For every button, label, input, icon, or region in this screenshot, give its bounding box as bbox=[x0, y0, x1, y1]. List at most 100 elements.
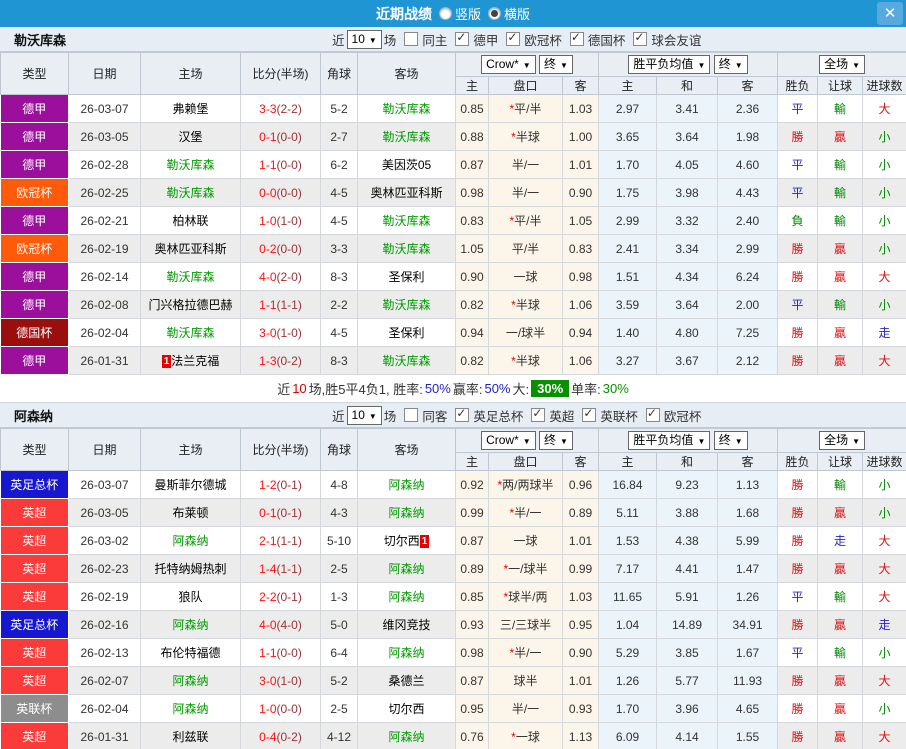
home-team[interactable]: 阿森纳 bbox=[140, 526, 241, 555]
league-filter-checkbox[interactable] bbox=[569, 30, 584, 46]
avg-draw-odds: 3.98 bbox=[656, 178, 719, 207]
away-team[interactable]: 勒沃库森 bbox=[357, 346, 456, 375]
odds-stage-select[interactable]: 终 bbox=[539, 431, 573, 450]
home-team[interactable]: 柏林联 bbox=[140, 206, 241, 235]
bookmaker-select[interactable]: Crow* bbox=[481, 431, 536, 450]
match-count-select[interactable]: 10 bbox=[346, 405, 382, 425]
avg-stage-select[interactable]: 终 bbox=[713, 431, 748, 450]
away-team[interactable]: 圣保利 bbox=[357, 318, 456, 347]
home-team[interactable]: 阿森纳 bbox=[140, 694, 241, 723]
avg-away-odds: 1.26 bbox=[717, 582, 779, 611]
summary-text: 50% bbox=[484, 381, 511, 396]
games-label: 场 bbox=[383, 409, 397, 424]
col-date: 日期 bbox=[68, 52, 141, 95]
away-team[interactable]: 阿森纳 bbox=[357, 554, 456, 583]
home-team[interactable]: 奥林匹亚科斯 bbox=[140, 234, 241, 263]
away-team[interactable]: 奥林匹亚科斯 bbox=[357, 178, 456, 207]
score: 4-0(2-0) bbox=[240, 262, 321, 291]
home-team[interactable]: 弗赖堡 bbox=[140, 94, 241, 123]
odds-stage-select[interactable]: 终 bbox=[539, 55, 573, 74]
same-venue-checkbox[interactable] bbox=[404, 32, 419, 46]
scope-select[interactable]: 全场 bbox=[819, 55, 866, 74]
score: 0-1(0-0) bbox=[240, 122, 321, 151]
same-venue-checkbox[interactable] bbox=[404, 408, 419, 422]
league-filter-checkbox[interactable] bbox=[506, 30, 521, 46]
away-team[interactable]: 阿森纳 bbox=[357, 582, 456, 611]
away-team[interactable]: 勒沃库森 bbox=[357, 206, 456, 235]
fulltime-score: 3-0 bbox=[259, 325, 277, 340]
away-team[interactable]: 阿森纳 bbox=[357, 722, 456, 749]
home-team[interactable]: 门兴格拉德巴赫 bbox=[140, 290, 241, 319]
match-row: 英超 26-03-02 阿森纳 2-1(1-1) 5-10 切尔西 1 0.87 一球 1.01 1… bbox=[0, 526, 906, 555]
corners: 3-3 bbox=[320, 234, 358, 263]
avg-draw-odds: 3.67 bbox=[656, 346, 719, 375]
away-team[interactable]: 桑德兰 bbox=[357, 666, 456, 695]
away-team[interactable]: 美因茨05 bbox=[357, 150, 456, 179]
match-date: 26-02-14 bbox=[68, 262, 141, 291]
away-team[interactable]: 切尔西 bbox=[357, 694, 456, 723]
corners: 8-3 bbox=[320, 262, 358, 291]
away-team[interactable]: 切尔西 1 bbox=[357, 526, 456, 555]
away-team[interactable]: 阿森纳 bbox=[357, 470, 456, 499]
home-team[interactable]: 1 法兰克福 bbox=[140, 346, 241, 375]
league-filter-checkbox[interactable] bbox=[455, 30, 470, 46]
radio-horizontal-layout[interactable]: 横版 bbox=[488, 4, 530, 23]
match-row: 德甲 26-02-28 勒沃库森 1-1(0-0) 6-2 美因茨05 0.87 半/一 1.0… bbox=[0, 150, 906, 179]
away-team[interactable]: 维冈竞技 bbox=[357, 610, 456, 639]
result-wdl: 平 bbox=[777, 150, 819, 179]
away-team[interactable]: 勒沃库森 bbox=[357, 234, 456, 263]
home-team[interactable]: 托特纳姆热刺 bbox=[140, 554, 241, 583]
result-goals: 大 bbox=[862, 554, 906, 583]
focus-team-name: 勒沃库森 bbox=[382, 298, 431, 312]
home-team[interactable]: 布莱顿 bbox=[140, 498, 241, 527]
opponent-team-name: 奥林匹亚科斯 bbox=[370, 186, 443, 200]
col-type: 类型 bbox=[0, 52, 69, 95]
col-score: 比分(半场) bbox=[240, 428, 321, 471]
score: 1-0(1-0) bbox=[240, 206, 321, 235]
away-odds: 1.03 bbox=[562, 582, 600, 611]
league-badge: 德甲 bbox=[0, 346, 69, 375]
away-team[interactable]: 勒沃库森 bbox=[357, 94, 456, 123]
avg-draw-odds: 4.80 bbox=[656, 318, 719, 347]
home-team[interactable]: 勒沃库森 bbox=[140, 262, 241, 291]
home-team[interactable]: 勒沃库森 bbox=[140, 318, 241, 347]
bookmaker-select[interactable]: Crow* bbox=[481, 55, 536, 74]
away-team[interactable]: 圣保利 bbox=[357, 262, 456, 291]
league-filter-checkbox[interactable] bbox=[455, 406, 470, 422]
home-team[interactable]: 勒沃库森 bbox=[140, 178, 241, 207]
away-team[interactable]: 勒沃库森 bbox=[357, 122, 456, 151]
opponent-team-name: 奥林匹亚科斯 bbox=[154, 242, 227, 256]
home-team[interactable]: 布伦特福德 bbox=[140, 638, 241, 667]
away-team[interactable]: 阿森纳 bbox=[357, 498, 456, 527]
home-team[interactable]: 勒沃库森 bbox=[140, 150, 241, 179]
league-filter-checkbox[interactable] bbox=[633, 30, 648, 46]
opponent-team-name: 弗赖堡 bbox=[172, 102, 209, 116]
league-filter-checkbox[interactable] bbox=[531, 406, 546, 422]
match-count-select[interactable]: 10 bbox=[346, 29, 382, 49]
home-team[interactable]: 利兹联 bbox=[140, 722, 241, 749]
away-odds: 0.90 bbox=[562, 638, 600, 667]
league-filter-checkbox[interactable] bbox=[582, 406, 597, 422]
avg-odds-select[interactable]: 胜平负均值 bbox=[628, 55, 711, 74]
home-team[interactable]: 狼队 bbox=[140, 582, 241, 611]
home-team[interactable]: 汉堡 bbox=[140, 122, 241, 151]
avg-odds-select[interactable]: 胜平负均值 bbox=[628, 431, 711, 450]
avg-home-odds: 11.65 bbox=[598, 582, 658, 611]
scope-select[interactable]: 全场 bbox=[819, 431, 866, 450]
close-icon[interactable]: ✕ bbox=[877, 2, 903, 25]
score: 3-0(1-0) bbox=[240, 318, 321, 347]
away-team[interactable]: 勒沃库森 bbox=[357, 290, 456, 319]
home-team[interactable]: 阿森纳 bbox=[140, 610, 241, 639]
focus-team-name: 阿森纳 bbox=[172, 618, 209, 632]
league-filter-checkbox[interactable] bbox=[645, 406, 660, 422]
summary-text: 单率: bbox=[571, 382, 601, 397]
away-team[interactable]: 阿森纳 bbox=[357, 638, 456, 667]
opponent-team-name: 法兰克福 bbox=[171, 354, 220, 368]
home-team[interactable]: 阿森纳 bbox=[140, 666, 241, 695]
league-badge: 德甲 bbox=[0, 94, 69, 123]
home-team[interactable]: 曼斯菲尔德城 bbox=[140, 470, 241, 499]
avg-stage-select[interactable]: 终 bbox=[713, 55, 748, 74]
col-avg-away: 客 bbox=[717, 76, 779, 95]
avg-home-odds: 1.26 bbox=[598, 666, 658, 695]
radio-vertical-layout[interactable]: 竖版 bbox=[438, 4, 481, 23]
